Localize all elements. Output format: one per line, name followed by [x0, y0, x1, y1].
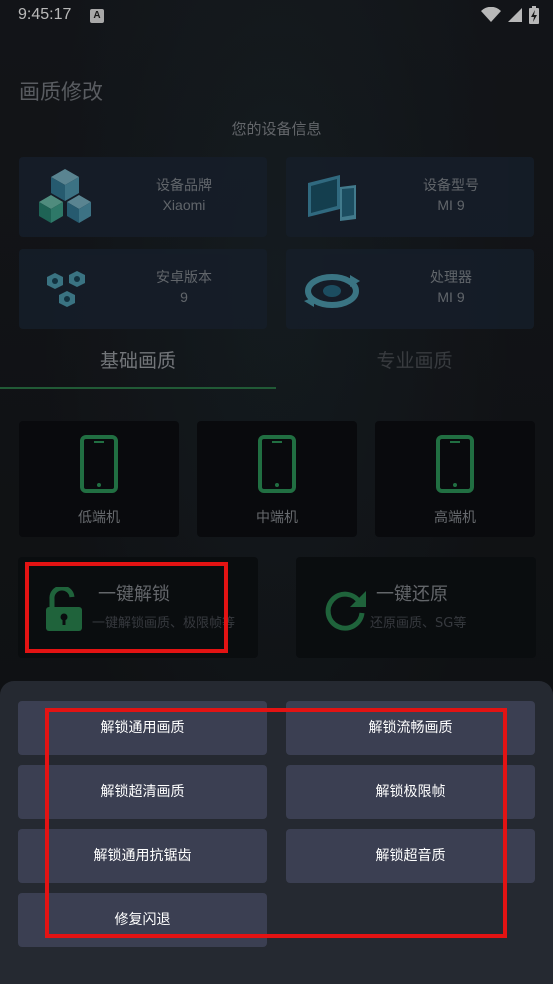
- highlight-box-sheet: [45, 708, 507, 938]
- highlight-box-unlock: [25, 562, 228, 653]
